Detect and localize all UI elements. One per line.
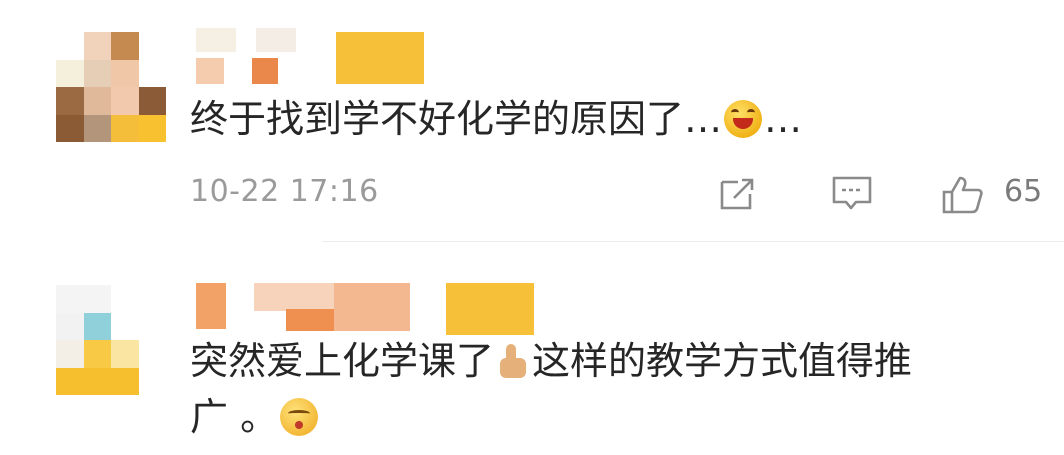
avatar[interactable] xyxy=(56,32,166,142)
comment-text: 突然爱上化学课了 这样的教学方式值得推 广 。 xyxy=(190,339,913,439)
divider xyxy=(322,241,1064,242)
username-blurred[interactable] xyxy=(196,28,426,84)
username-blurred[interactable] xyxy=(196,283,536,339)
comment-text: 终于找到学不好化学的原因了…… xyxy=(190,97,803,141)
laughing-emoji xyxy=(724,100,763,138)
comment-meta: 10-22 17:16 65 xyxy=(190,168,1064,220)
thumbs-up-icon[interactable] xyxy=(940,174,984,214)
like-count: 65 xyxy=(1004,174,1043,209)
avatar[interactable] xyxy=(56,285,166,395)
timestamp: 10-22 17:16 xyxy=(190,174,379,209)
share-icon[interactable] xyxy=(716,174,760,214)
thumbs-up-emoji xyxy=(496,344,530,378)
comment-icon[interactable] xyxy=(830,174,874,214)
comment-item: 终于找到学不好化学的原因了…… 10-22 17:16 65 xyxy=(0,0,1064,243)
blushing-kiss-emoji xyxy=(280,398,319,436)
comment-item: 突然爱上化学课了 这样的教学方式值得推 广 。 xyxy=(0,243,1064,455)
